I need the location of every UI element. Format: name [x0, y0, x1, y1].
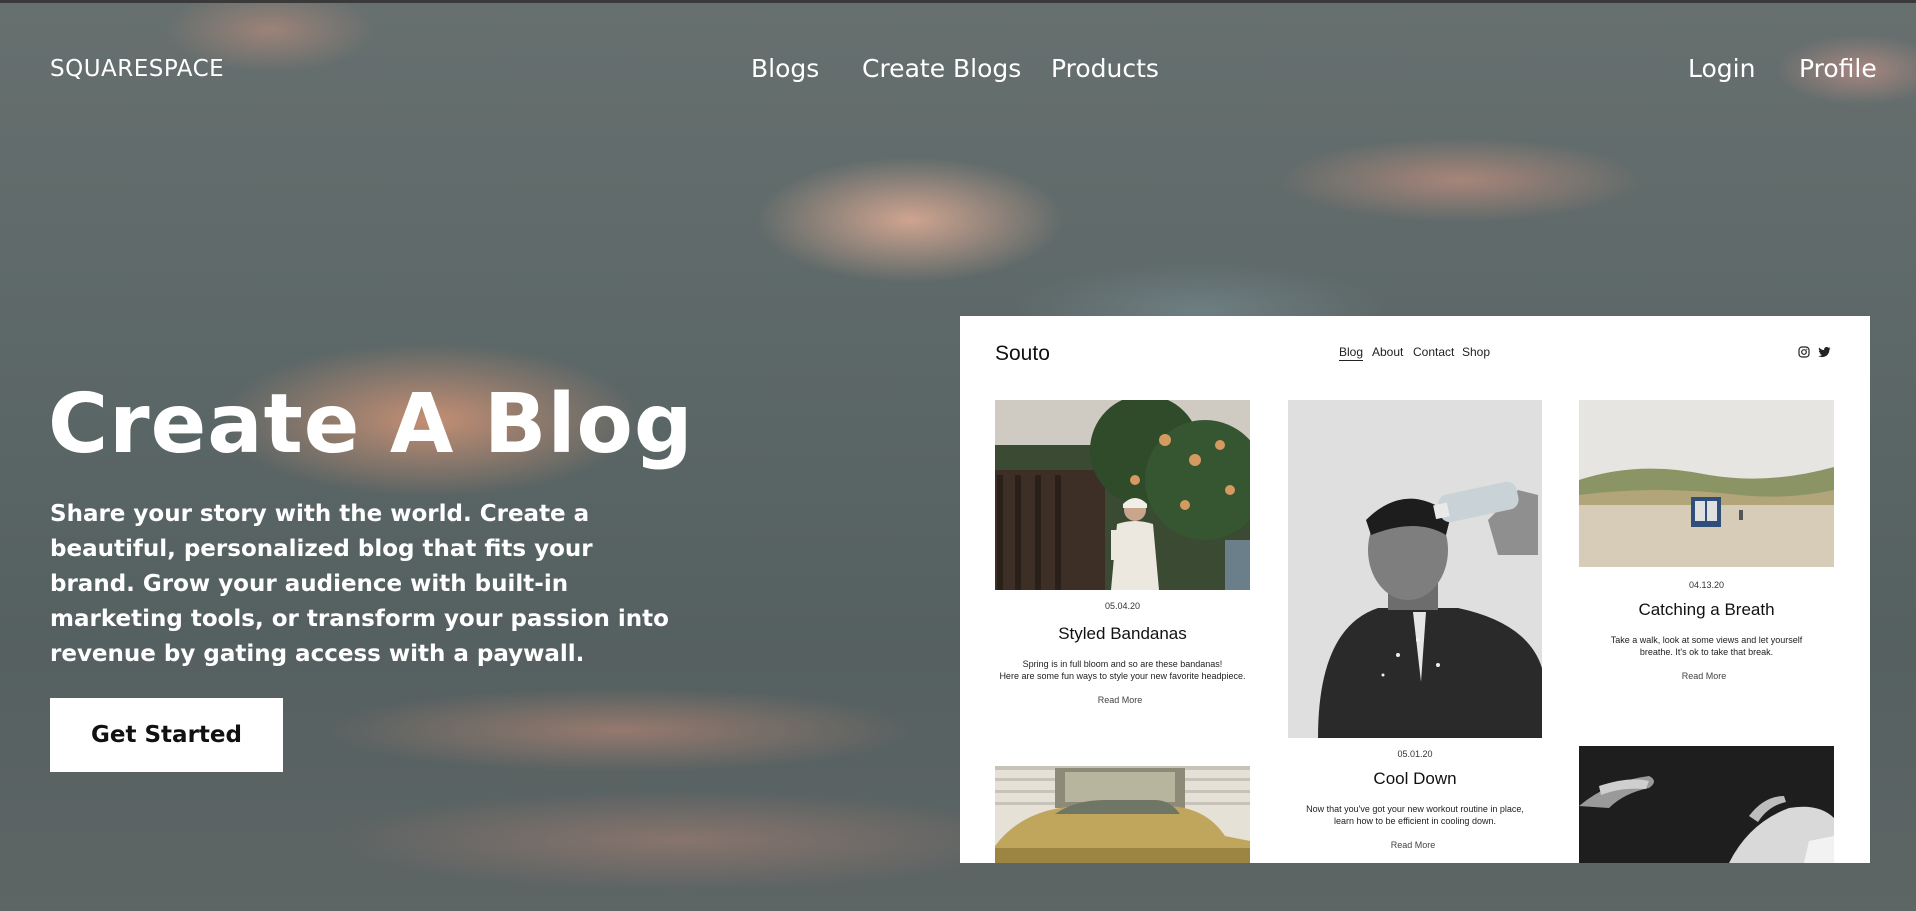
post-excerpt: Here are some fun ways to style your new…	[999, 671, 1246, 681]
read-more-link[interactable]: Read More	[1579, 671, 1829, 681]
post-title[interactable]: Catching a Breath	[1579, 600, 1834, 620]
post-image-car	[995, 766, 1250, 863]
post-date: 04.13.20	[1688, 580, 1725, 590]
read-more-link[interactable]: Read More	[995, 695, 1245, 705]
nav-products-link[interactable]: Products	[1051, 54, 1159, 83]
twitter-icon	[1818, 347, 1831, 358]
post-excerpt: Now that you've got your new workout rou…	[1306, 804, 1524, 814]
post-excerpt: breathe. It's ok to take that break.	[1639, 647, 1774, 657]
instagram-icon	[1798, 346, 1810, 358]
nav-login-link[interactable]: Login	[1688, 54, 1755, 83]
post-excerpt: Spring is in full bloom and so are these…	[1022, 659, 1223, 669]
preview-nav-contact: Contact	[1413, 345, 1455, 359]
preview-nav-about: About	[1372, 345, 1404, 359]
post-excerpt: Take a walk, look at some views and let …	[1610, 635, 1803, 645]
post-image-cool-down	[1288, 400, 1542, 738]
post-title[interactable]: Styled Bandanas	[995, 624, 1250, 644]
preview-nav-shop: Shop	[1462, 345, 1491, 359]
post-excerpt: learn how to be efficient in cooling dow…	[1334, 816, 1496, 826]
post-date: 05.04.20	[1104, 601, 1141, 611]
post-date: 05.01.20	[1397, 749, 1433, 759]
get-started-button[interactable]: Get Started	[50, 698, 283, 772]
top-border	[0, 0, 1916, 3]
nav-profile-link[interactable]: Profile	[1799, 54, 1877, 83]
post-image-catching-breath	[1579, 400, 1834, 567]
nav-create-blogs-link[interactable]: Create Blogs	[862, 54, 1021, 83]
hero-title: Create A Blog	[48, 377, 694, 472]
post-title[interactable]: Cool Down	[1288, 769, 1542, 789]
preview-nav-blog: Blog	[1339, 345, 1364, 361]
preview-site-name: Souto	[995, 342, 1050, 365]
post-image-hands	[1579, 746, 1834, 863]
hero-description: Share your story with the world. Create …	[50, 501, 669, 667]
blog-template-preview: Souto Blog About Contact Shop 05.04.20 S…	[960, 316, 1870, 863]
nav-blogs-link[interactable]: Blogs	[751, 54, 819, 83]
post-image-bandanas	[995, 400, 1250, 590]
brand-logo[interactable]: SQUARESPACE	[50, 56, 224, 82]
read-more-link[interactable]: Read More	[1288, 840, 1538, 850]
